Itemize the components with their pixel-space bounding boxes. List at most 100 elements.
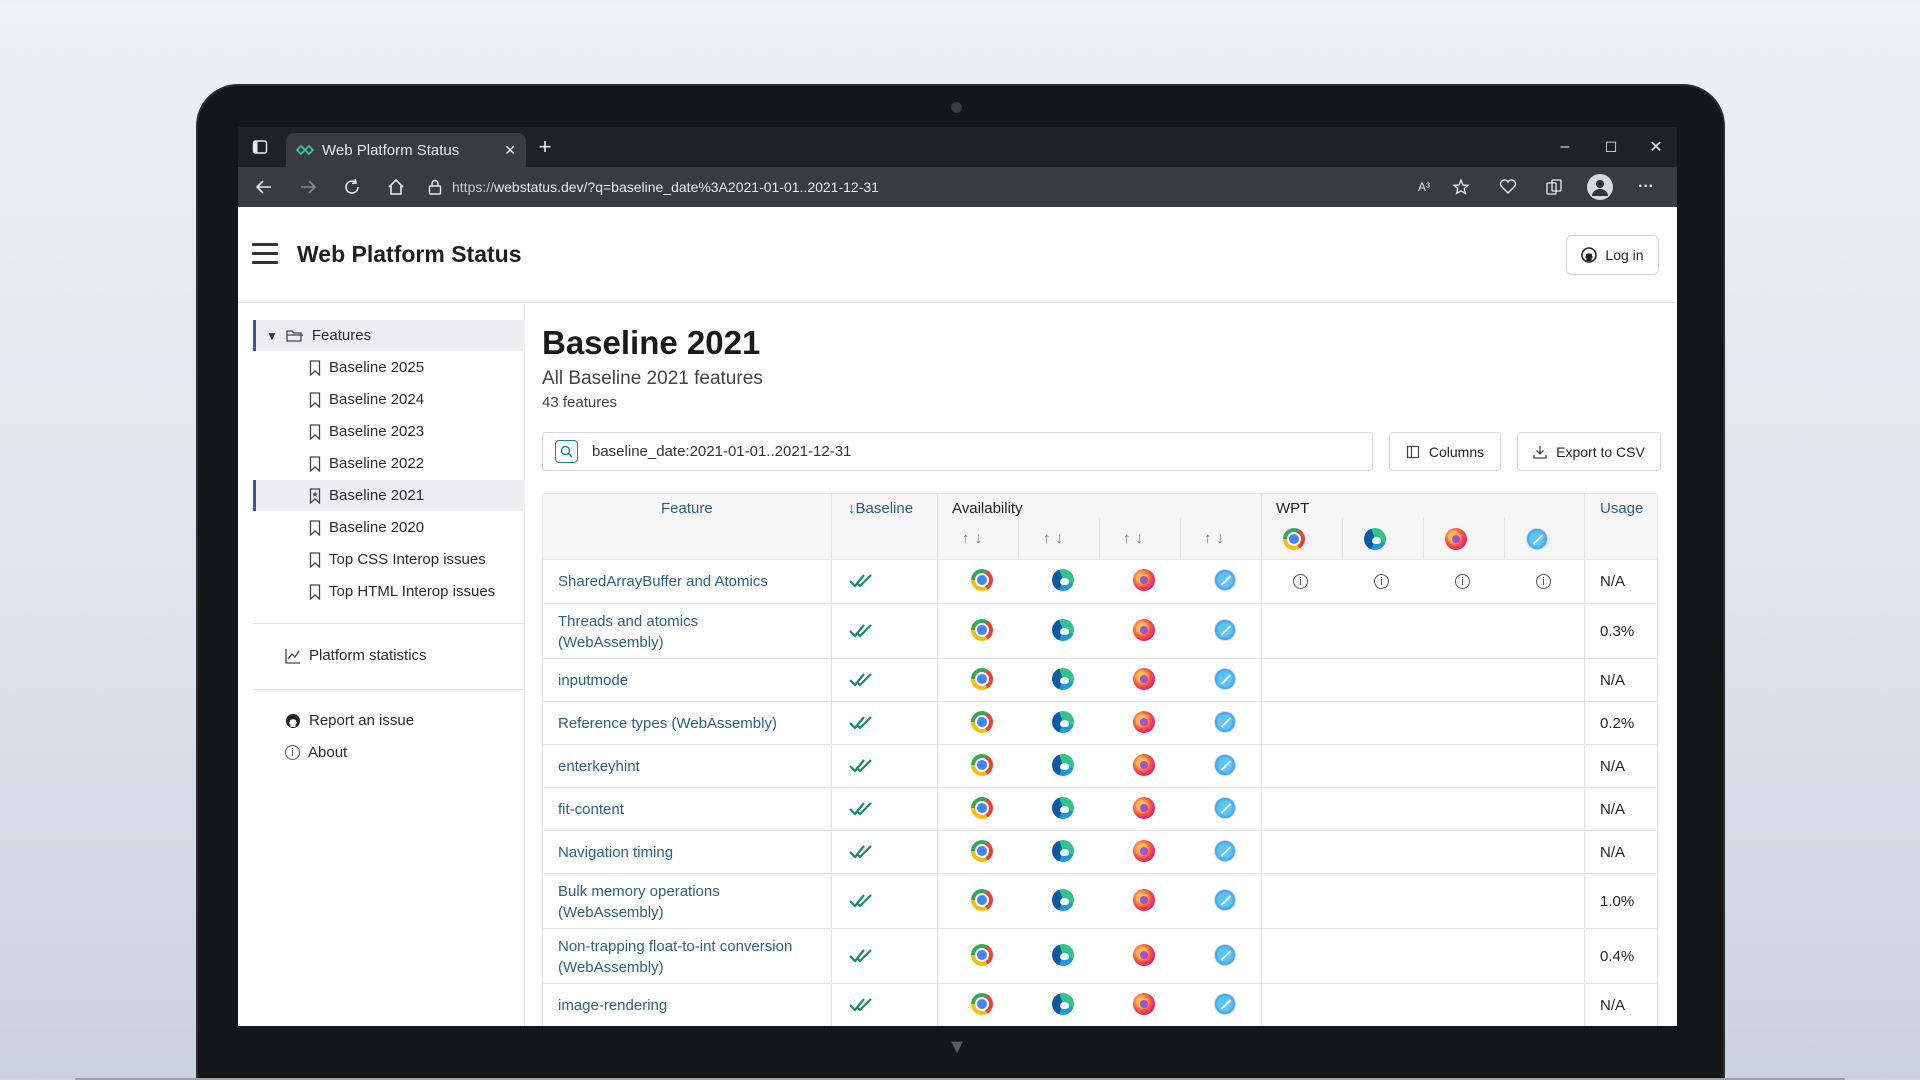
login-label: Log in <box>1605 247 1644 263</box>
feature-link[interactable]: SharedArrayBuffer and Atomics <box>558 571 798 592</box>
firefox-icon <box>1133 711 1155 733</box>
sidebar-item-label: Baseline 2025 <box>329 359 425 376</box>
edge-icon[interactable] <box>1364 528 1386 550</box>
safari-icon <box>1214 754 1236 776</box>
url-bar[interactable]: https://webstatus.dev/?q=baseline_date%3… <box>428 172 1478 202</box>
sidebar-item-top-css-interop[interactable]: Top CSS Interop issues <box>253 544 525 575</box>
firefox-icon <box>1133 993 1155 1015</box>
usage-value: N/A <box>1600 573 1626 590</box>
sidebar-item-baseline-2023[interactable]: Baseline 2023 <box>253 416 525 447</box>
read-aloud-icon[interactable]: A³ <box>1413 176 1435 198</box>
maximize-button[interactable]: ☐ <box>1599 135 1623 159</box>
info-icon[interactable]: i <box>1536 574 1551 589</box>
search-icon <box>555 440 578 463</box>
collections-icon[interactable] <box>1543 176 1565 198</box>
feature-link[interactable]: Threads and atomics (WebAssembly) <box>558 611 798 653</box>
browser-tab[interactable]: Web Platform Status ✕ <box>286 133 526 167</box>
sidebar-item-features[interactable]: ▼ Features <box>253 320 525 351</box>
feature-link[interactable]: Reference types (WebAssembly) <box>558 713 798 734</box>
sidebar-item-about[interactable]: i About <box>253 737 525 768</box>
close-tab-icon[interactable]: ✕ <box>504 142 516 159</box>
feature-link[interactable]: image-rendering <box>558 995 798 1016</box>
baseline-check-icon <box>849 998 872 1012</box>
column-divider <box>1342 518 1343 560</box>
new-tab-button[interactable]: + <box>533 134 557 159</box>
table-row: Navigation timing N/A <box>543 831 1657 874</box>
feature-link[interactable]: inputmode <box>558 670 798 691</box>
feature-link[interactable]: enterkeyhint <box>558 756 798 777</box>
firefox-icon[interactable] <box>1445 528 1467 550</box>
sidebar-item-label: Platform statistics <box>309 647 427 664</box>
sidebar-item-label: Top CSS Interop issues <box>329 551 486 568</box>
safari-icon <box>1214 889 1236 911</box>
usage-value: 1.0% <box>1600 893 1635 910</box>
sidebar-item-platform-statistics[interactable]: Platform statistics <box>253 640 525 671</box>
safari-icon <box>1214 944 1236 966</box>
safari-icon[interactable] <box>1526 528 1548 550</box>
export-csv-button[interactable]: Export to CSV <box>1517 432 1661 471</box>
sidebar-item-report-issue[interactable]: Report an issue <box>253 705 525 736</box>
site-header: Web Platform Status Log in <box>238 207 1677 303</box>
usage-column-header[interactable]: Usage <box>1600 500 1643 517</box>
usage-value: 0.2% <box>1600 715 1635 732</box>
sidebar-item-baseline-2025[interactable]: Baseline 2025 <box>253 352 525 383</box>
columns-button[interactable]: Columns <box>1389 432 1501 471</box>
browser-essentials-icon[interactable] <box>1497 176 1519 198</box>
sidebar-item-label: Top HTML Interop issues <box>329 583 496 600</box>
chrome-icon[interactable] <box>1283 528 1305 550</box>
firefox-icon <box>1133 840 1155 862</box>
firefox-icon <box>1133 944 1155 966</box>
reload-icon[interactable] <box>340 175 364 199</box>
usage-value: 0.3% <box>1600 623 1635 640</box>
column-divider <box>1584 494 1585 1026</box>
baseline-check-icon <box>849 716 872 730</box>
forward-icon[interactable] <box>296 175 320 199</box>
feature-link[interactable]: fit-content <box>558 799 798 820</box>
sidebar-item-top-html-interop[interactable]: Top HTML Interop issues <box>253 576 525 607</box>
close-window-button[interactable]: ✕ <box>1644 135 1668 159</box>
baseline-column-header[interactable]: ↓Baseline <box>848 500 913 517</box>
tab-actions-icon[interactable] <box>250 137 270 157</box>
usage-value: N/A <box>1600 801 1626 818</box>
sort-edge-arrows[interactable]: ↑↓ <box>1043 530 1068 547</box>
info-icon[interactable]: i <box>1293 574 1308 589</box>
column-divider <box>1099 518 1100 560</box>
chrome-icon <box>971 944 993 966</box>
info-icon[interactable]: i <box>1374 574 1389 589</box>
back-icon[interactable] <box>252 175 276 199</box>
sidebar-item-baseline-2021[interactable]: Baseline 2021 <box>253 480 525 511</box>
info-icon[interactable]: i <box>1455 574 1470 589</box>
chrome-icon <box>971 993 993 1015</box>
more-menu-icon[interactable]: ··· <box>1634 176 1658 198</box>
search-input[interactable]: baseline_date:2021-01-01..2021-12-31 <box>542 432 1373 471</box>
caret-down-icon[interactable]: ▼ <box>266 329 278 343</box>
column-divider <box>1504 518 1505 560</box>
bookmark-icon <box>309 423 321 440</box>
sidebar-item-baseline-2020[interactable]: Baseline 2020 <box>253 512 525 543</box>
favorites-star-icon[interactable] <box>1450 176 1472 198</box>
feature-link[interactable]: Bulk memory operations (WebAssembly) <box>558 881 798 923</box>
profile-avatar[interactable] <box>1587 174 1613 200</box>
column-divider <box>1261 494 1262 1026</box>
hamburger-menu-icon[interactable] <box>252 243 278 265</box>
login-button[interactable]: Log in <box>1566 235 1659 275</box>
features-table: Feature ↓Baseline Availability ↑↓ ↑↓ ↑↓ … <box>542 493 1658 1026</box>
edge-icon <box>1052 797 1074 819</box>
feature-column-header[interactable]: Feature <box>661 500 713 517</box>
sort-firefox-arrows[interactable]: ↑↓ <box>1123 530 1148 547</box>
info-icon: i <box>285 745 300 760</box>
table-row: SharedArrayBuffer and Atomics i i i i N/A <box>543 560 1657 604</box>
feature-link[interactable]: Navigation timing <box>558 842 798 863</box>
home-icon[interactable] <box>384 175 408 199</box>
sort-safari-arrows[interactable]: ↑↓ <box>1204 530 1229 547</box>
edge-icon <box>1052 840 1074 862</box>
sort-chrome-arrows[interactable]: ↑↓ <box>962 530 987 547</box>
sidebar-item-baseline-2024[interactable]: Baseline 2024 <box>253 384 525 415</box>
safari-icon <box>1214 569 1236 591</box>
feature-link[interactable]: Non-trapping float-to-int conversion (We… <box>558 936 798 978</box>
export-label: Export to CSV <box>1556 443 1645 460</box>
chrome-icon <box>971 754 993 776</box>
sidebar-item-baseline-2022[interactable]: Baseline 2022 <box>253 448 525 479</box>
minimize-button[interactable]: – <box>1553 135 1577 159</box>
edge-icon <box>1052 569 1074 591</box>
